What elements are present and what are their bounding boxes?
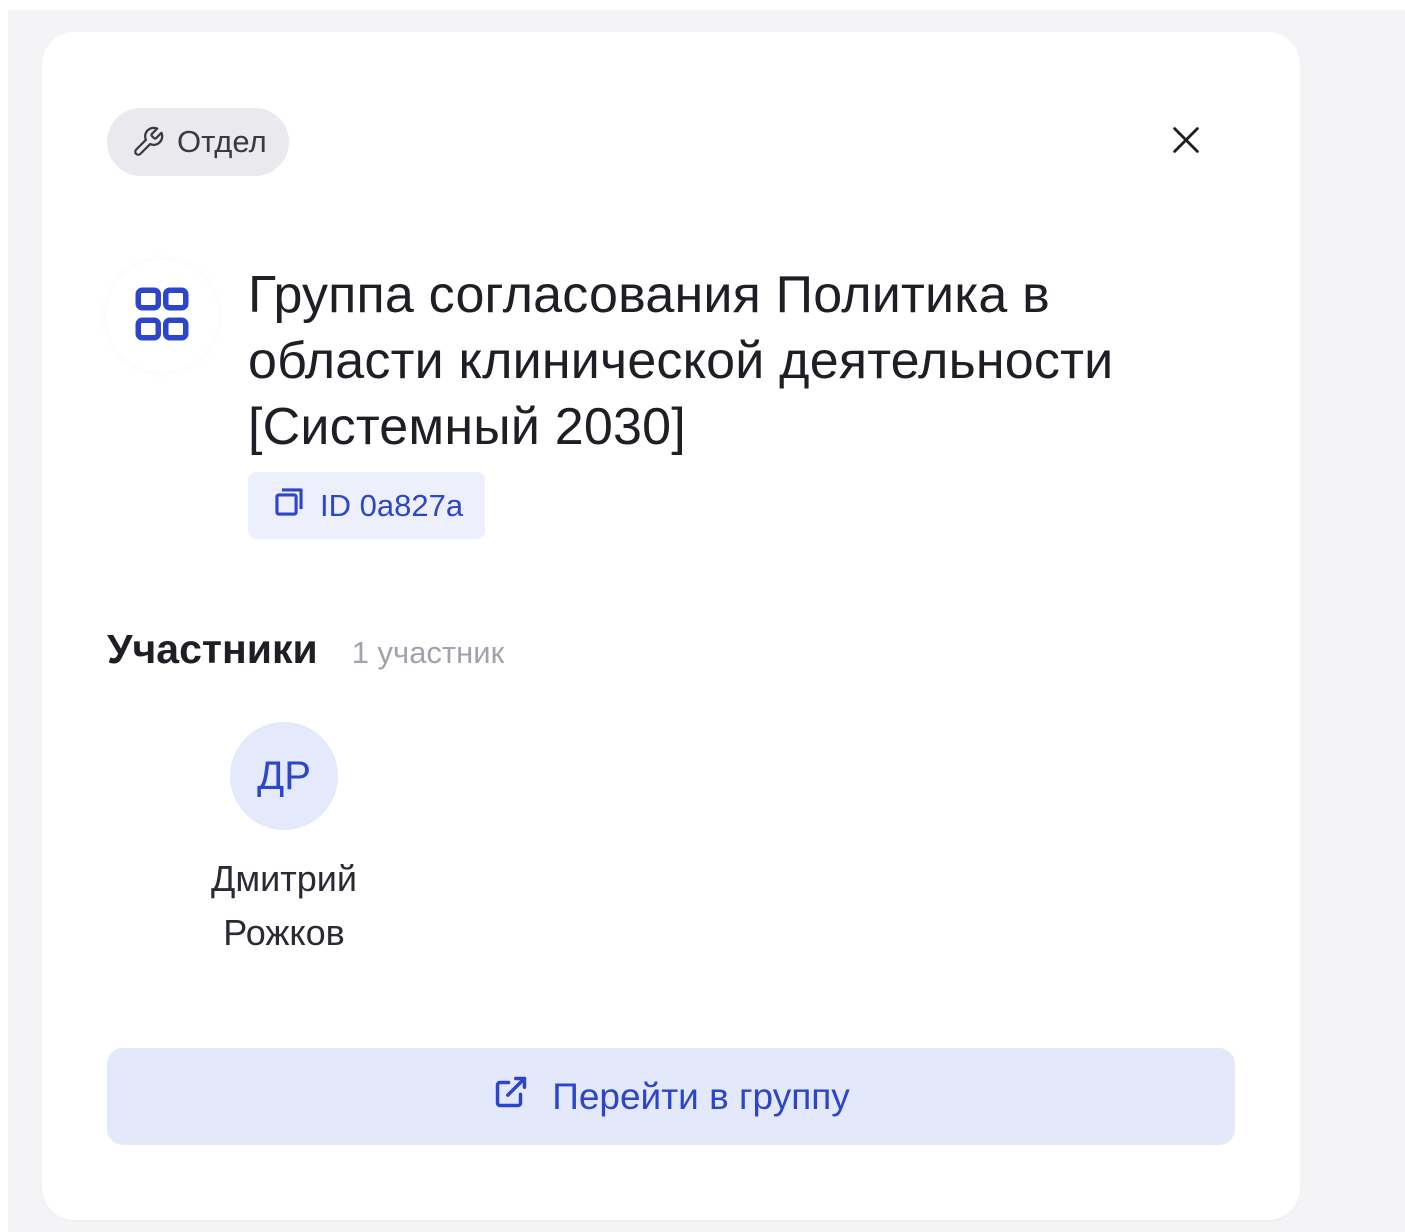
page-backdrop: Отдел Группа согласования Политика в обл… xyxy=(8,10,1405,1232)
members-header: Участники 1 участник xyxy=(107,626,504,673)
external-link-icon xyxy=(492,1073,530,1120)
members-count: 1 участник xyxy=(351,635,505,670)
copy-id-button[interactable]: ID 0a827a xyxy=(248,472,486,539)
go-to-group-label: Перейти в группу xyxy=(552,1075,850,1117)
group-title: Группа согласования Политика в области к… xyxy=(248,266,1114,456)
go-to-group-button[interactable]: Перейти в группу xyxy=(107,1048,1235,1145)
group-avatar xyxy=(106,260,218,372)
copy-icon xyxy=(272,485,306,527)
member-item[interactable]: ДР Дмитрий Рожков xyxy=(174,722,394,960)
group-id-label: ID 0a827a xyxy=(320,487,464,523)
close-button[interactable] xyxy=(1160,116,1212,168)
member-last-name: Рожков xyxy=(223,912,345,953)
close-icon xyxy=(1169,123,1203,162)
member-first-name: Дмитрий xyxy=(211,858,357,899)
group-info-panel: Отдел Группа согласования Политика в обл… xyxy=(42,32,1300,1220)
wrench-icon xyxy=(131,125,165,159)
members-title: Участники xyxy=(107,626,318,672)
grid-icon xyxy=(132,284,192,349)
type-chip: Отдел xyxy=(107,108,289,176)
avatar: ДР xyxy=(230,722,338,830)
type-chip-label: Отдел xyxy=(177,124,267,159)
member-name: Дмитрий Рожков xyxy=(174,852,394,960)
